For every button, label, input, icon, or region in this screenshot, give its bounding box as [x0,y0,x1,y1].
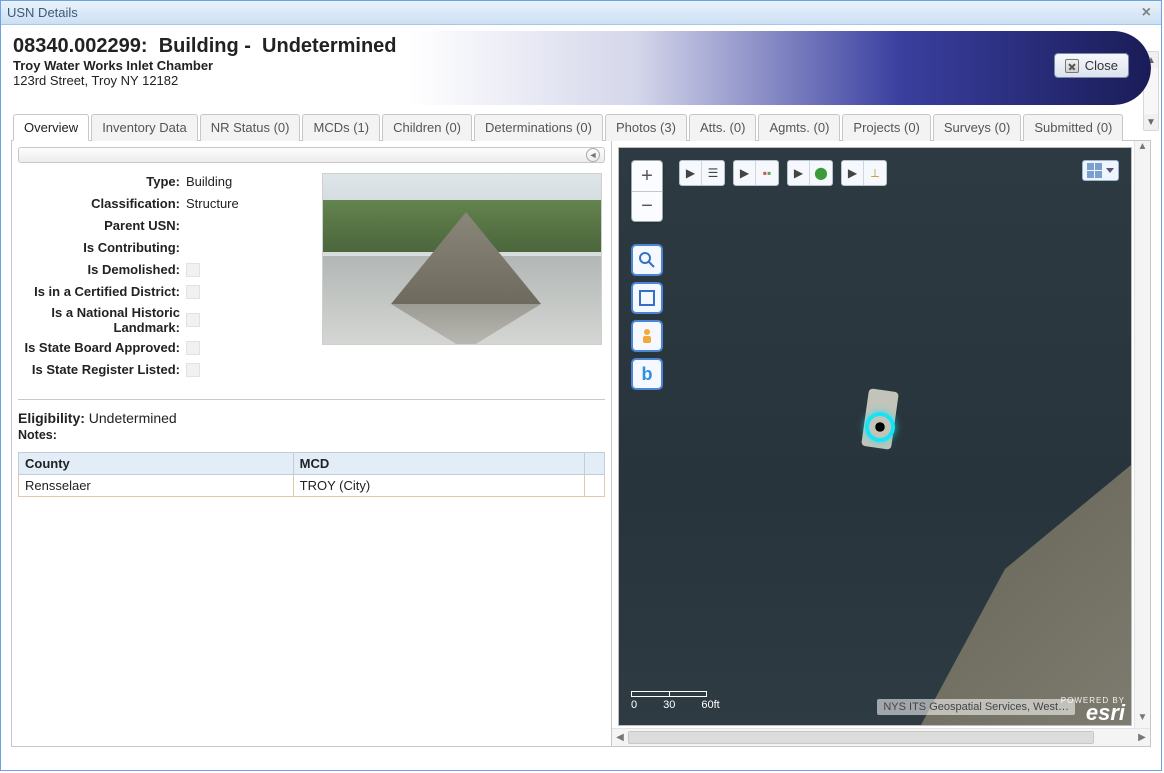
scroll-down-icon[interactable]: ▼ [1135,712,1150,728]
label-state-board: Is State Board Approved: [18,339,186,357]
window-title: USN Details [7,5,1138,20]
tab-submitted[interactable]: Submitted (0) [1023,114,1123,141]
tab-photos[interactable]: Photos (3) [605,114,687,141]
toolbar-expand-1[interactable]: ▶ [680,161,702,185]
zoom-out-button[interactable]: − [632,191,662,221]
label-is-contributing: Is Contributing: [18,239,186,257]
close-button[interactable]: Close [1054,53,1129,78]
extent-icon [638,289,656,307]
eligibility-line: Eligibility: Undetermined [18,410,605,426]
esri-logo: POWERED BY esri [1061,696,1125,721]
toolbar-seg-2: ▶ ▪▪ [733,160,779,186]
label-state-register: Is State Register Listed: [18,361,186,379]
tab-overview[interactable]: Overview [13,114,89,141]
label-is-demolished: Is Demolished: [18,261,186,279]
map-tool-column: b [631,244,663,390]
titlebar: USN Details × [1,1,1161,25]
scroll-left-icon[interactable]: ◀ [612,729,628,746]
label-nhl: Is a National Historic Landmark: [18,305,186,335]
grid-icon [1087,163,1102,178]
col-county[interactable]: County [19,453,294,475]
zoom-control: + − [631,160,663,222]
toolbar-expand-3[interactable]: ▶ [788,161,810,185]
tab-atts[interactable]: Atts. (0) [689,114,757,141]
legend-icon[interactable]: ▪▪ [756,161,778,185]
magnifier-icon [638,251,656,269]
tab-surveys[interactable]: Surveys (0) [933,114,1021,141]
resource-name: Troy Water Works Inlet Chamber [13,58,1149,73]
checkbox-state-board[interactable] [186,341,200,355]
map-panel[interactable]: + − b [618,147,1132,726]
scroll-down-icon[interactable]: ▼ [1144,114,1158,130]
scroll-up-icon[interactable]: ▲ [1135,141,1150,157]
properties-block: Type:Building Classification:Structure P… [18,173,605,383]
value-classification: Structure [186,195,239,213]
label-type: Type: [18,173,186,191]
toolbar-seg-1: ▶ ☰ [679,160,725,186]
map-horizontal-scrollbar[interactable]: ◀ ▶ [612,728,1150,746]
notes-label: Notes: [18,428,605,442]
chevron-down-icon [1106,168,1114,173]
cell-mcd: TROY (City) [293,475,584,497]
col-mcd[interactable]: MCD [293,453,584,475]
value-type: Building [186,173,232,191]
overview-left-panel: ◄ Type:Building Classification:Structure… [12,141,612,746]
map-attribution[interactable]: NYS ITS Geospatial Services, West… [877,699,1075,715]
header-text: 08340.002299: Building - Undetermined Tr… [11,31,1151,92]
checkbox-certified-district[interactable] [186,285,200,299]
globe-icon[interactable]: ⬤ [810,161,832,185]
primary-photo[interactable] [322,173,602,345]
collapse-header[interactable]: ◄ [18,147,605,163]
toolbar-expand-2[interactable]: ▶ [734,161,756,185]
col-spacer [585,453,605,475]
tab-nr-status[interactable]: NR Status (0) [200,114,301,141]
label-certified-district: Is in a Certified District: [18,283,186,301]
tab-strip: Overview Inventory Data NR Status (0) MC… [11,113,1151,141]
map-marker[interactable] [865,412,895,442]
layers-icon[interactable]: ☰ [702,161,724,185]
window-body: ▲ ▼ 08340.002299: Building - Undetermine… [1,25,1161,770]
identify-tool-button[interactable] [631,244,663,276]
map-vertical-scrollbar[interactable]: ▲ ▼ [1134,141,1150,728]
full-extent-button[interactable] [631,282,663,314]
tab-agmts[interactable]: Agmts. (0) [758,114,840,141]
cell-county: Rensselaer [19,475,294,497]
header-band: 08340.002299: Building - Undetermined Tr… [11,31,1151,105]
bing-button[interactable]: b [631,358,663,390]
toolbar-seg-4: ▶ ⟂ [841,160,887,186]
overview-panel: ◄ Type:Building Classification:Structure… [11,141,1151,747]
zoom-in-button[interactable]: + [632,161,662,191]
mcd-table: County MCD Rensselaer TROY (City) [18,452,605,497]
properties-list: Type:Building Classification:Structure P… [18,173,308,383]
measure-icon[interactable]: ⟂ [864,161,886,185]
chevron-left-icon[interactable]: ◄ [586,148,600,162]
usn-heading: 08340.002299: Building - Undetermined [13,35,1149,58]
checkbox-nhl[interactable] [186,313,200,327]
usn-details-window: USN Details × ▲ ▼ 08340.002299: Building… [0,0,1162,771]
window-close-icon[interactable]: × [1138,4,1155,22]
scale-bar: 0 30 60ft [631,689,720,711]
divider [18,399,605,400]
label-parent-usn: Parent USN: [18,217,186,235]
tab-children[interactable]: Children (0) [382,114,472,141]
bing-icon: b [642,364,653,385]
scroll-right-icon[interactable]: ▶ [1134,729,1150,746]
label-classification: Classification: [18,195,186,213]
tab-determinations[interactable]: Determinations (0) [474,114,603,141]
map-top-toolbar: ▶ ☰ ▶ ▪▪ ▶ ⬤ ▶ ⟂ [679,160,887,186]
toolbar-seg-3: ▶ ⬤ [787,160,833,186]
basemap-gallery-button[interactable] [1082,160,1119,181]
tab-inventory-data[interactable]: Inventory Data [91,114,198,141]
tab-mcds[interactable]: MCDs (1) [302,114,380,141]
streetview-button[interactable] [631,320,663,352]
close-icon [1065,59,1079,73]
scroll-thumb[interactable] [628,731,1094,744]
table-row[interactable]: Rensselaer TROY (City) [19,475,605,497]
person-icon [638,327,656,345]
checkbox-state-register[interactable] [186,363,200,377]
checkbox-is-demolished[interactable] [186,263,200,277]
resource-address: 123rd Street, Troy NY 12182 [13,73,1149,88]
tab-projects[interactable]: Projects (0) [842,114,930,141]
toolbar-expand-4[interactable]: ▶ [842,161,864,185]
